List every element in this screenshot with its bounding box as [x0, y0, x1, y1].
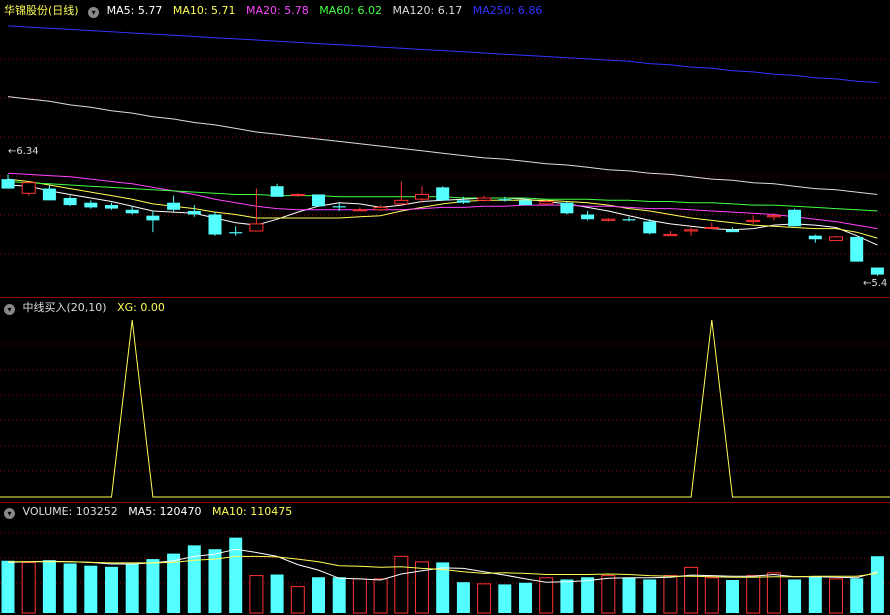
candle-body: [105, 205, 118, 209]
candle-body: [766, 215, 781, 218]
candle-body: [539, 201, 554, 205]
candle-body: [622, 219, 636, 221]
candle-body: [498, 199, 512, 201]
volume-bar: [684, 566, 699, 614]
candle-body: [1, 179, 15, 189]
candle-body: [684, 229, 699, 232]
volume-panel[interactable]: ▾ VOLUME: 103252 MA5: 120470 MA10: 11047…: [0, 503, 890, 615]
candle-body: [581, 214, 595, 220]
candle-body: [312, 194, 325, 207]
volume-bar: [270, 574, 284, 613]
volume-bar: [84, 565, 98, 613]
candle-body: [187, 210, 201, 215]
candle-body: [829, 236, 843, 241]
volume-bar: [352, 578, 367, 614]
candle-body: [270, 186, 284, 197]
candle-body: [332, 206, 346, 208]
volume-bar: [125, 563, 139, 613]
volume-bar: [394, 555, 409, 614]
volume-bar: [581, 577, 595, 613]
volume-bar: [663, 575, 678, 614]
volume-bar: [808, 576, 822, 613]
candle-body: [208, 214, 222, 235]
candle-body: [746, 219, 761, 223]
volume-bar: [870, 556, 884, 613]
volume-bar: [105, 566, 118, 613]
volume-bar: [498, 584, 512, 613]
candle-body: [788, 209, 802, 227]
volume-bar: [21, 561, 36, 614]
candle-body: [146, 215, 160, 221]
candle-body: [870, 267, 884, 275]
candle-body: [42, 188, 56, 201]
volume-bar: [560, 579, 574, 613]
volume-bar: [290, 586, 305, 614]
candle-body: [167, 202, 181, 210]
volume-bar: [249, 575, 264, 614]
candle-body: [394, 199, 409, 205]
volume-bar: [788, 579, 802, 613]
high-price-value: 6.34: [16, 146, 39, 157]
volume-bar: [146, 559, 160, 613]
candle-body: [663, 234, 678, 237]
volume-bar: [415, 561, 429, 614]
volume-bar: [601, 575, 616, 614]
candle-body: [63, 197, 77, 206]
candle-body: [352, 209, 367, 212]
volume-bar: [42, 560, 56, 613]
candle-body: [643, 221, 657, 234]
low-price-marker: ←5.4: [863, 278, 888, 289]
candle-body: [601, 218, 616, 221]
candle-body: [456, 200, 470, 203]
candle-body: [704, 226, 719, 229]
candle-body: [726, 229, 739, 233]
price-panel[interactable]: 华锦股份(日线) ▾ MA5: 5.77 MA10: 5.71 MA20: 5.…: [0, 0, 890, 297]
volume-bar: [312, 577, 325, 613]
volume-bar: [373, 578, 388, 614]
volume-bar: [622, 577, 636, 613]
volume-bar: [63, 563, 77, 613]
candle-body: [519, 200, 532, 206]
volume-chart[interactable]: [0, 503, 890, 615]
volume-bar: [519, 582, 532, 613]
candle-body: [21, 182, 36, 194]
low-price-value: 5.4: [871, 278, 888, 289]
volume-bar: [1, 560, 15, 613]
candle-body: [290, 193, 305, 196]
indicator-panel[interactable]: ▾ 中线买入(20,10) XG: 0.00: [0, 298, 890, 502]
volume-bar: [829, 578, 843, 614]
ma120-line: [7, 96, 878, 195]
high-price-marker: ←6.34: [8, 146, 39, 157]
volume-bar: [704, 577, 719, 614]
price-chart[interactable]: [0, 0, 890, 297]
candle-body: [415, 193, 429, 200]
volume-bar: [643, 579, 657, 613]
candle-body: [373, 206, 388, 211]
ma250-line: [7, 25, 878, 83]
candle-body: [436, 187, 450, 201]
candle-body: [249, 223, 264, 232]
candle-body: [229, 232, 243, 234]
volume-bar: [850, 578, 864, 613]
candle-body: [125, 209, 139, 214]
xg-line: [0, 319, 890, 498]
volume-bar: [726, 580, 739, 613]
volume-bar: [477, 583, 492, 614]
candle-body: [808, 235, 822, 240]
candle-body: [850, 236, 864, 262]
volume-bar: [456, 582, 470, 613]
volume-bar: [746, 575, 761, 614]
candle-body: [560, 202, 574, 214]
volume-bar: [766, 572, 781, 614]
volume-bar: [332, 577, 346, 613]
candle-body: [477, 197, 492, 201]
indicator-chart[interactable]: [0, 298, 890, 502]
volume-bar: [539, 577, 554, 614]
candle-body: [84, 202, 98, 208]
